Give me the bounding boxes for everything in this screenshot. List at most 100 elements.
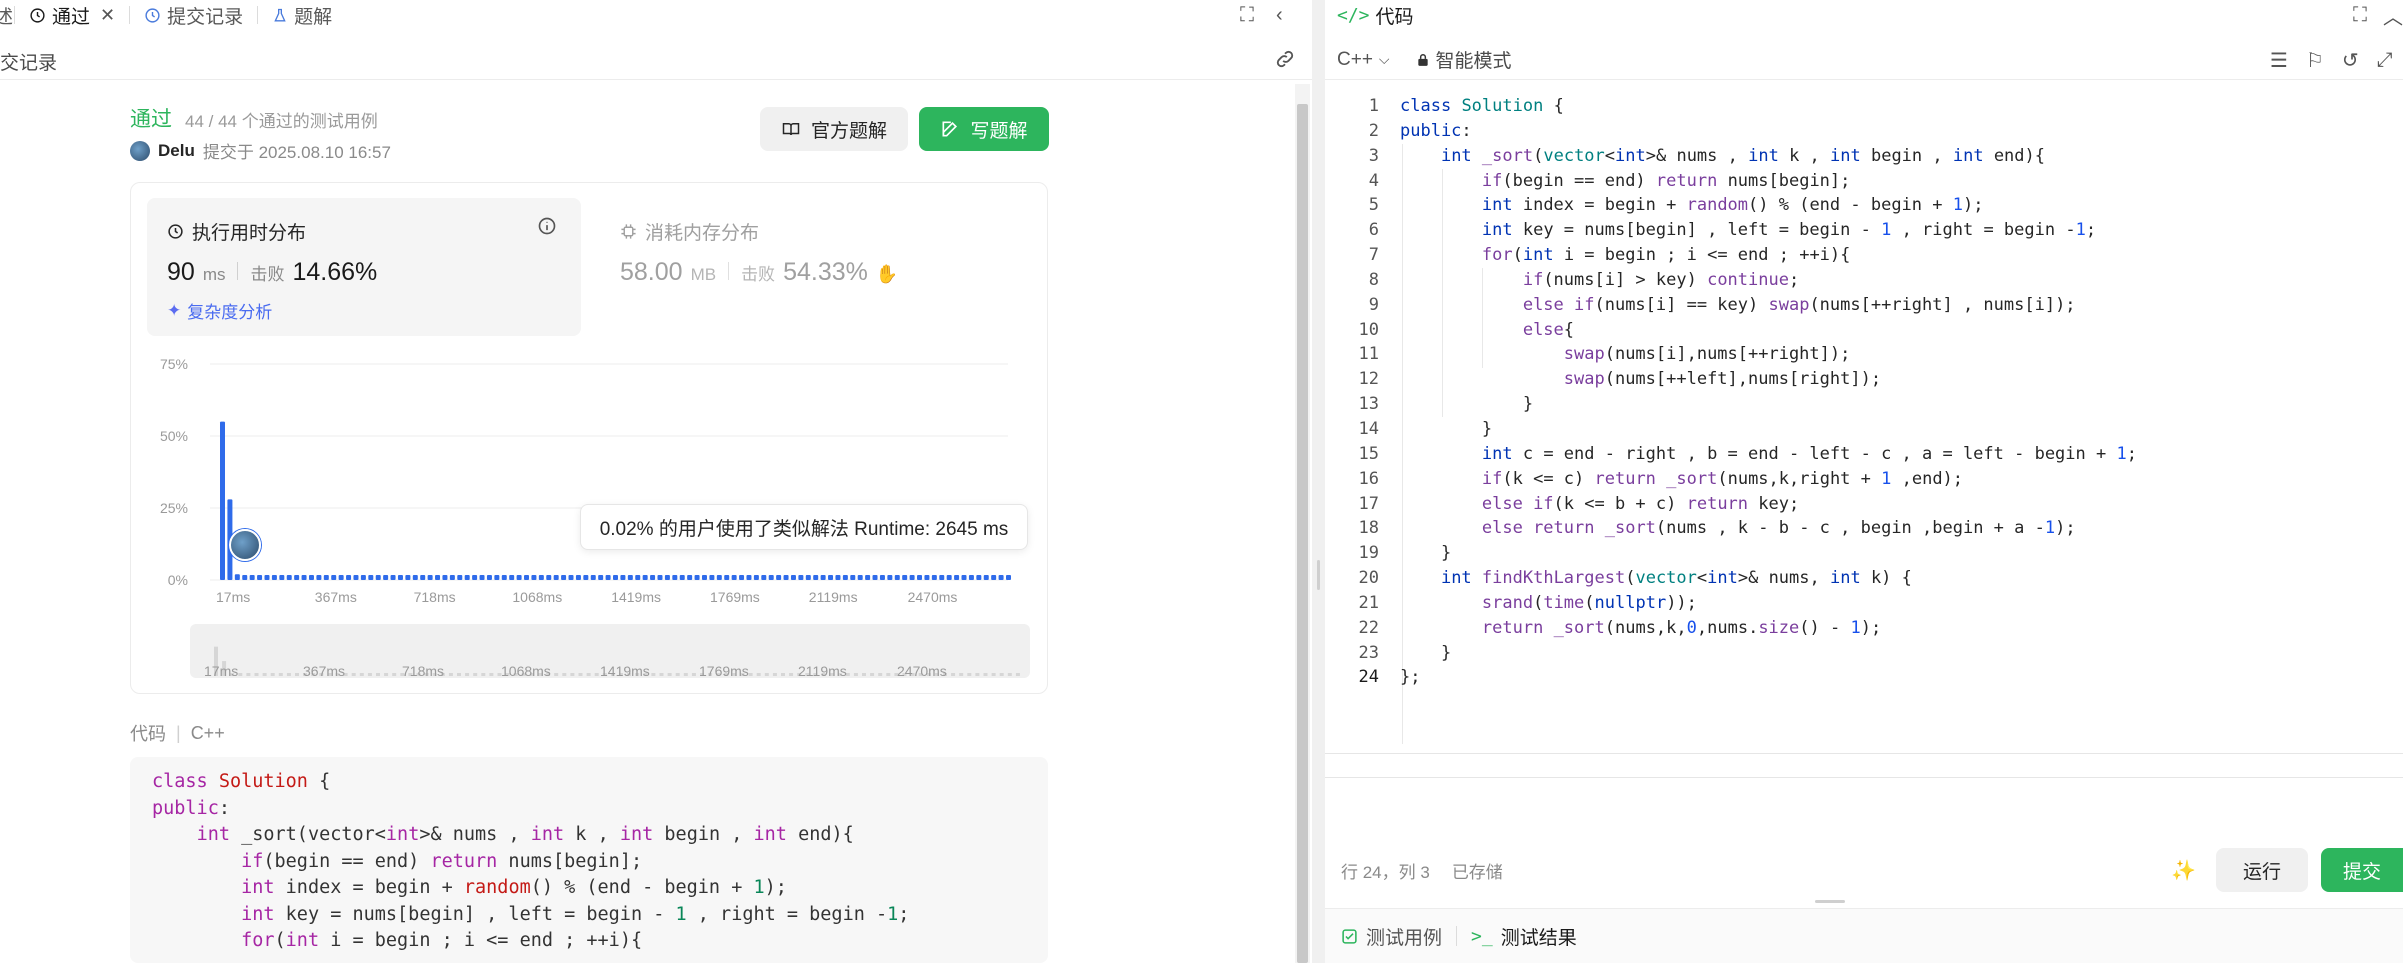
runtime-stat-box[interactable]: 执行用时分布 90 ms 击败 14.66% ✦ 复杂度分析 bbox=[147, 198, 581, 336]
chart-bar bbox=[405, 575, 411, 580]
chevron-up-icon[interactable]: ︿ bbox=[2383, 1, 2403, 30]
mini-bar bbox=[578, 673, 583, 676]
subheader-title: 交记录 bbox=[0, 53, 58, 74]
flask-icon bbox=[274, 8, 286, 21]
tab-testcase[interactable]: 测试用例 bbox=[1341, 923, 1442, 950]
format-icon[interactable]: ☰ bbox=[2270, 48, 2288, 73]
chart-bar bbox=[761, 575, 767, 580]
scrollbar-thumb[interactable] bbox=[1297, 104, 1308, 963]
chart-bar bbox=[627, 575, 633, 580]
debug-icon[interactable]: ✨ bbox=[2171, 858, 2196, 883]
mini-bar bbox=[594, 673, 599, 676]
code-editor[interactable]: 1 2 3 4 5 6 7 8 9 10 11 12 13 14 15 16 17 18 19 20 21 22 23 24 … bbox=[1325, 90, 2403, 850]
official-solution-button[interactable]: 官方题解 bbox=[760, 107, 908, 151]
chart-bar bbox=[842, 575, 848, 580]
chart-bar bbox=[613, 575, 618, 580]
close-icon[interactable]: ✕ bbox=[100, 5, 115, 26]
mini-chart-svg: 17ms 367ms 718ms 1068ms 1419ms 1769ms 2119ms 24… bbox=[204, 646, 1020, 679]
chart-bar bbox=[850, 575, 856, 580]
author-name[interactable]: Delu bbox=[158, 141, 195, 161]
panel-resize-handle[interactable] bbox=[1312, 0, 1325, 963]
complexity-link[interactable]: ✦ 复杂度分析 bbox=[167, 298, 272, 323]
mini-bar bbox=[1007, 673, 1012, 676]
bottom-resize-handle[interactable] bbox=[1815, 900, 1845, 903]
chart-bar bbox=[701, 575, 707, 580]
tab-description-partial[interactable]: 述 bbox=[0, 0, 14, 30]
mini-bar bbox=[392, 673, 397, 676]
tab-test-result[interactable]: >_ 测试结果 bbox=[1471, 923, 1577, 950]
line-number: 4 bbox=[1368, 170, 1379, 191]
chart-bar bbox=[516, 575, 522, 580]
chart-bar bbox=[946, 575, 952, 580]
runtime-distribution-chart: 75% 50% 25% 0% 17ms 367ms 718ms 1068ms 1419ms 176… bbox=[150, 350, 1030, 610]
line-number: 5 bbox=[1368, 195, 1379, 216]
chart-bar bbox=[234, 574, 240, 580]
chart-bar bbox=[991, 575, 997, 580]
submit-time: 提交于 2025.08.10 16:57 bbox=[202, 143, 391, 162]
tab-pass[interactable]: 通过 ✕ bbox=[15, 0, 129, 30]
mini-bar bbox=[367, 673, 372, 676]
save-status: 已存储 bbox=[1451, 862, 1503, 882]
user-position-avatar bbox=[229, 529, 261, 561]
line-number: 10 bbox=[1358, 319, 1379, 340]
link-icon[interactable] bbox=[1274, 48, 1296, 70]
language-select[interactable]: C++ ⌵ bbox=[1325, 49, 1390, 71]
run-button[interactable]: 运行 bbox=[2216, 848, 2308, 892]
line-gutter: 1 2 3 4 5 6 7 8 9 10 11 12 13 14 15 16 17 18 19 20 21 22 23 24 bbox=[1325, 94, 1379, 690]
line-number: 24 bbox=[1358, 667, 1379, 688]
chart-bar bbox=[590, 575, 596, 580]
runtime-beats-label: 击败 bbox=[250, 265, 285, 284]
code-section-header: 代码 | C++ bbox=[130, 720, 225, 746]
memory-stat-box[interactable]: 消耗内存分布 58.00 MB 击败 54.33% ✋ bbox=[600, 198, 1030, 336]
chart-bar bbox=[998, 575, 1004, 580]
code-icon: </> bbox=[1337, 4, 1370, 26]
mini-bar bbox=[756, 673, 761, 676]
memory-unit: MB bbox=[690, 265, 717, 284]
line-number: 9 bbox=[1368, 294, 1379, 315]
submit-button[interactable]: 提交 bbox=[2321, 848, 2403, 892]
editor-code[interactable]: class Solution { public: int _sort(vecto… bbox=[1400, 94, 2137, 690]
chart-bar bbox=[909, 575, 915, 580]
tab-solutions[interactable]: 题解 bbox=[258, 0, 346, 30]
bookmark-icon[interactable]: ⚐ bbox=[2306, 48, 2324, 73]
mini-bar bbox=[457, 673, 461, 676]
mini-bar bbox=[246, 673, 251, 676]
chart-bar bbox=[954, 575, 960, 580]
expand-icon[interactable]: ⛶ bbox=[2353, 4, 2367, 27]
code-label: 代码 bbox=[130, 724, 166, 744]
line-number: 14 bbox=[1358, 418, 1379, 439]
chart-bar bbox=[353, 575, 359, 580]
test-count: 44 / 44 个通过的测试用例 bbox=[185, 112, 378, 131]
chart-bar bbox=[271, 575, 277, 580]
chart-bar bbox=[828, 575, 834, 580]
tab-submissions[interactable]: 提交记录 bbox=[130, 0, 257, 30]
mini-x-tick-label: 2470ms bbox=[897, 663, 947, 678]
lock-icon bbox=[1417, 53, 1428, 66]
line-number: 16 bbox=[1358, 468, 1379, 489]
chart-tooltip: 0.02% 的用户使用了类似解法 Runtime: 2645 ms bbox=[580, 504, 1028, 550]
mini-x-tick-label: 718ms bbox=[402, 663, 444, 678]
chart-range-slider[interactable]: 17ms 367ms 718ms 1068ms 1419ms 1769ms 2119ms 24… bbox=[190, 624, 1030, 679]
chart-bar bbox=[657, 575, 663, 580]
chart-bar bbox=[286, 575, 292, 580]
line-number: 8 bbox=[1368, 269, 1379, 290]
collapse-left-icon[interactable]: ‹ bbox=[1276, 4, 1283, 27]
fullscreen-icon[interactable]: ⤢ bbox=[2377, 49, 2393, 72]
expand-icon[interactable]: ⛶ bbox=[1240, 4, 1254, 27]
mini-bar bbox=[667, 673, 672, 676]
chart-bar bbox=[687, 575, 693, 580]
chart-bar bbox=[724, 575, 730, 580]
info-icon[interactable] bbox=[537, 216, 557, 236]
reset-icon[interactable]: ↺ bbox=[2342, 48, 2359, 73]
write-solution-button[interactable]: 写题解 bbox=[919, 107, 1049, 151]
left-scrollbar[interactable] bbox=[1295, 84, 1310, 963]
chart-bar bbox=[323, 575, 329, 580]
tab-code[interactable]: </> 代码 bbox=[1325, 2, 1414, 29]
line-number: 15 bbox=[1358, 443, 1379, 464]
chart-bar bbox=[449, 575, 455, 580]
smart-mode-toggle[interactable]: 智能模式 bbox=[1416, 46, 1512, 73]
x-tick-label: 1769ms bbox=[710, 589, 760, 605]
avatar[interactable] bbox=[130, 140, 150, 161]
line-number: 7 bbox=[1368, 245, 1379, 266]
app-root: 述 通过 ✕ 提交记录 题解 ⛶ ‹ 交记录 通过 44 / 44 个通过的测试… bbox=[0, 0, 2403, 963]
